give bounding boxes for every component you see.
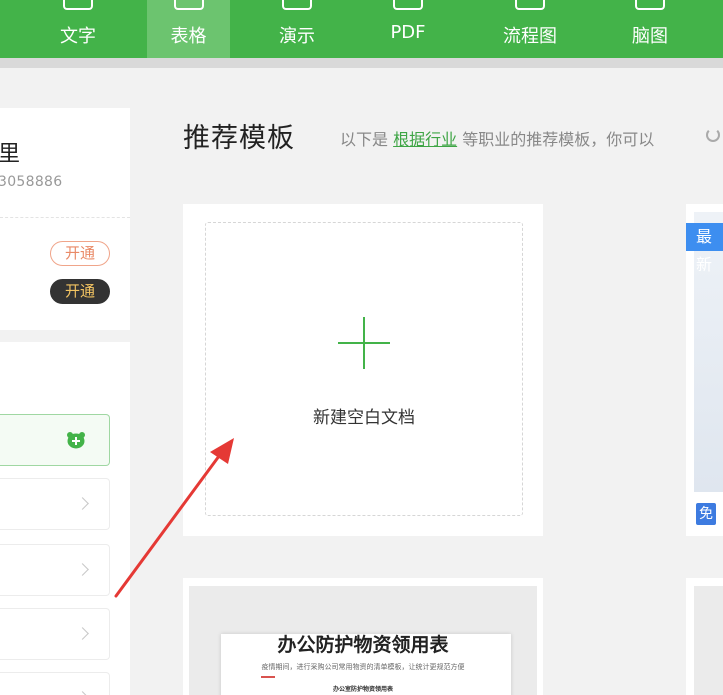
nav-shadow [0, 58, 723, 68]
open-vip-button[interactable]: 开通 [50, 279, 110, 304]
top-nav: 文字 表格 演示 PDF 流程图 脑图 [0, 0, 723, 58]
divider [0, 217, 130, 218]
template-card-bottom-right[interactable] [686, 578, 723, 695]
new-blank-card[interactable]: 新建空白文档 [183, 204, 543, 536]
menu-item-3[interactable] [0, 544, 110, 596]
menu-item-2[interactable] [0, 478, 110, 530]
chevron-right-icon [76, 563, 89, 576]
user-card: 里 3058886 开通 开通 [0, 108, 130, 330]
presentation-icon [282, 0, 312, 10]
table-icon [173, 0, 204, 10]
open-membership-button[interactable]: 开通 [50, 241, 110, 266]
plus-icon [338, 317, 390, 369]
mindmap-icon [635, 0, 665, 10]
menu-item-5[interactable] [0, 672, 110, 695]
chevron-right-icon [76, 691, 89, 695]
template-card-supplies[interactable]: 办公防护物资领用表 疫情期间，进行采购公司常用物资的清单模板，让统计更规范方便 … [183, 578, 543, 695]
document-icon [63, 0, 93, 10]
template-accent-line [261, 676, 275, 678]
menu-item-new[interactable] [0, 414, 110, 466]
tab-flowchart[interactable]: 流程图 [490, 0, 570, 58]
tab-mindmap[interactable]: 脑图 [610, 0, 690, 58]
tab-pdf[interactable]: PDF [368, 0, 448, 58]
tab-slides[interactable]: 演示 [257, 0, 337, 58]
flowchart-icon [515, 0, 545, 10]
user-id: 3058886 [0, 174, 63, 190]
menu-item-4[interactable] [0, 608, 110, 660]
recommend-subtitle: 以下是 根据行业 等职业的推荐模板，你可以 [340, 130, 655, 149]
tab-sheet[interactable]: 表格 [147, 0, 230, 58]
chevron-right-icon [76, 627, 89, 640]
side-menu [0, 342, 130, 695]
user-name: 里 [0, 142, 21, 167]
chevron-right-icon [76, 497, 89, 510]
bear-add-icon [67, 432, 85, 449]
pdf-icon [393, 0, 423, 10]
template-title: 办公防护物资领用表 [277, 634, 449, 656]
refresh-icon[interactable] [706, 128, 720, 142]
page-title: 推荐模板 [183, 123, 295, 154]
template-thumbnail [694, 586, 723, 695]
template-desc: 疫情期间，进行采购公司常用物资的清单模板，让统计更规范方便 [261, 663, 465, 671]
free-badge: 免 [696, 503, 716, 525]
new-blank-label: 新建空白文档 [313, 408, 415, 428]
template-mini-title: 办公室防护物资领用表 [332, 686, 393, 693]
new-badge: 最新 [686, 223, 723, 274]
industry-link[interactable]: 根据行业 [393, 130, 457, 149]
new-blank-dropzone[interactable]: 新建空白文档 [205, 222, 523, 516]
tab-text[interactable]: 文字 [38, 0, 118, 58]
